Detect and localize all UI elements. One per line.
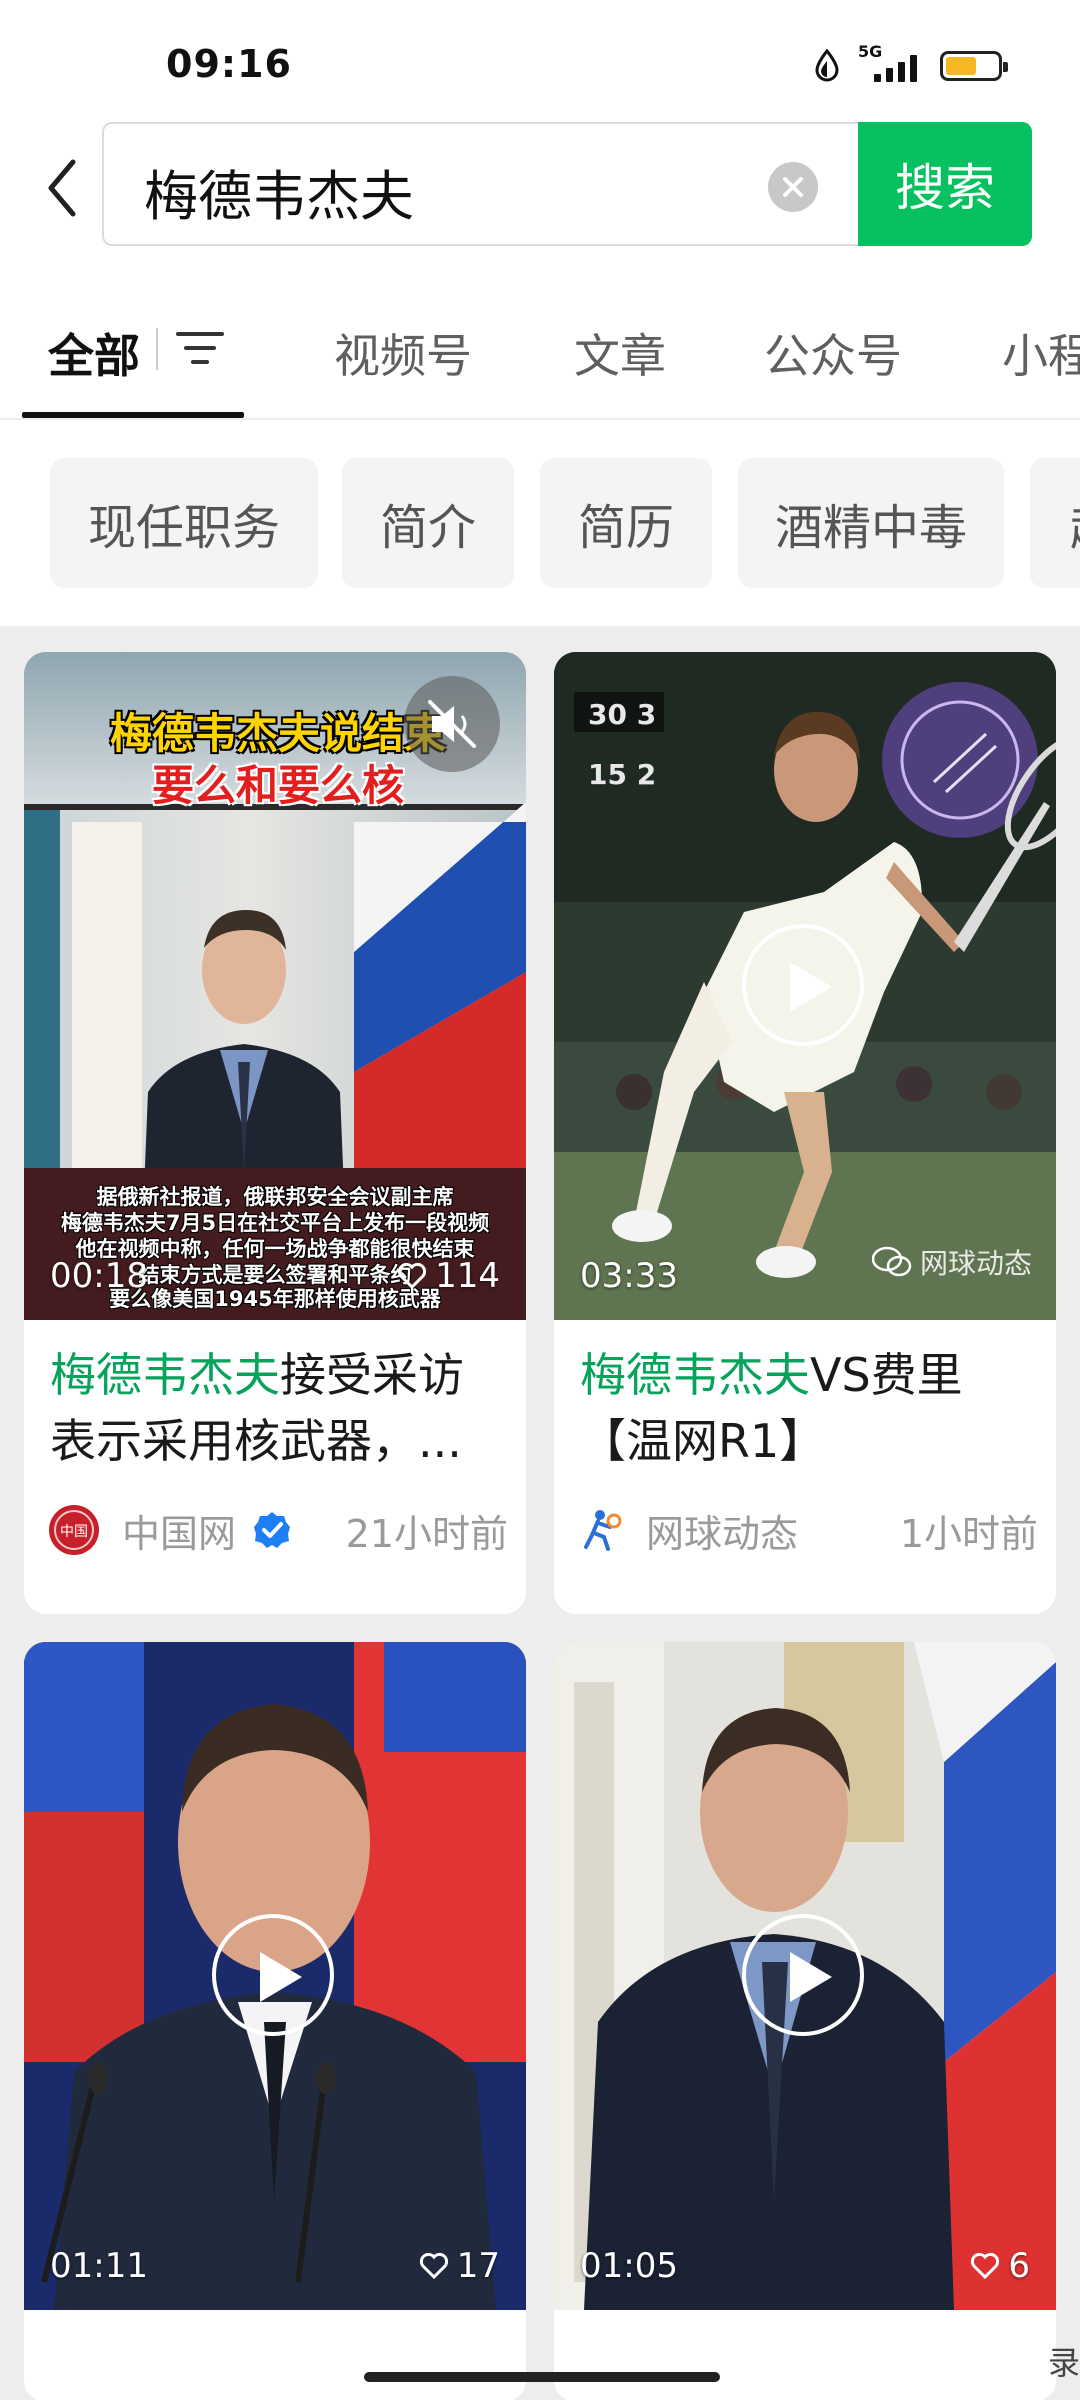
chevron-left-icon [48,159,76,217]
video-result-card[interactable]: 梅德韦杰夫说结束 要么和要么核 据俄新社报道，俄联邦安全会议副主席 梅德韦杰夫7… [24,652,526,1614]
like-count-text: 114 [435,1256,500,1296]
video-duration: 01:05 [580,2246,678,2286]
video-duration: 03:33 [580,1256,678,1296]
battery-icon [940,51,1008,81]
play-icon[interactable] [742,1914,864,2036]
play-icon[interactable] [212,1914,334,2036]
suggestion-chip[interactable]: 酒精中毒 [738,458,1004,588]
source-avatar: 中国 [49,1505,99,1555]
filter-icon[interactable] [174,324,226,372]
video-result-card[interactable]: 01:05 6 [554,1642,1056,2400]
status-time: 09:16 [166,42,292,86]
tab-mini-programs[interactable]: 小程 [1002,320,1080,386]
muted-speaker-icon [428,700,476,748]
tabs-separator [0,418,1080,420]
video-subtitle-line: 梅德韦杰夫7月5日在社交平台上发布一段视频 [60,1211,490,1235]
home-indicator[interactable] [364,2372,720,2382]
search-query-text[interactable]: 梅德韦杰夫 [144,152,414,231]
like-count: 114 [397,1256,500,1296]
verified-badge-icon [254,1512,291,1548]
svg-text:15 2: 15 2 [588,758,656,791]
heart-icon [971,2252,1000,2280]
wechat-search-page: 09:16 5G 梅德韦杰夫 搜索 全部 视频号 文章 公众号 小程 现任职务 … [0,0,1080,2400]
suggestion-chip[interactable]: 现任职务 [50,458,318,588]
video-title[interactable]: 梅德韦杰夫VS费里【温网R1】 [580,1342,1036,1474]
tennis-player-icon [584,1510,622,1551]
video-title[interactable]: 梅德韦杰夫接受采访表示采用核武器，... [50,1342,506,1474]
corner-partial-text: 录 [1047,2344,1080,2382]
video-meta: 中国 中国网 21小时前 [48,1500,508,1560]
source-name[interactable]: 网球动态 [646,1503,798,1558]
like-count: 17 [419,2246,500,2286]
video-result-card[interactable]: 30 3 15 2 网球动态 03:33 梅德韦杰夫VS费里【温网R1】 网球动… [554,652,1056,1614]
title-highlight: 梅德韦杰夫 [580,1348,810,1402]
play-icon[interactable] [742,924,864,1046]
clear-search-button[interactable] [768,162,818,212]
post-time: 21小时前 [345,1511,508,1556]
mute-button[interactable] [404,676,500,772]
suggestion-chip[interactable]: 简介 [342,458,514,588]
heart-icon [419,2252,448,2280]
like-count-text: 17 [456,2246,500,2286]
video-subtitle-line: 据俄新社报道，俄联邦安全会议副主席 [96,1185,454,1209]
battery-level [946,57,976,75]
wechat-icon [871,1246,912,1277]
video-thumbnail[interactable]: 01:11 17 [24,1642,526,2310]
close-icon [783,177,803,197]
tab-articles[interactable]: 文章 [574,320,666,386]
source-name[interactable]: 中国网 [122,1503,236,1558]
heart-icon [398,1262,427,1290]
video-result-card[interactable]: 01:11 17 [24,1642,526,2400]
watermark-text: 网球动态 [919,1247,1032,1280]
tab-all[interactable]: 全部 [48,320,140,386]
video-meta: 网球动态 1小时前 [578,1500,1038,1560]
like-count-text: 6 [1008,2246,1030,2286]
svg-text:中国: 中国 [60,1524,88,1540]
video-thumbnail[interactable]: 梅德韦杰夫说结束 要么和要么核 据俄新社报道，俄联邦安全会议副主席 梅德韦杰夫7… [24,652,526,1320]
suggestion-chip[interactable]: 起 [1030,458,1080,588]
video-duration: 01:11 [50,2246,148,2286]
status-icons: 5G [814,42,1008,84]
back-button[interactable] [40,150,84,226]
status-bar: 09:16 5G [0,0,1080,120]
do-not-disturb-icon [815,49,839,82]
search-button[interactable]: 搜索 [858,122,1032,246]
title-highlight: 梅德韦杰夫 [50,1348,280,1402]
svg-text:30 3: 30 3 [588,698,656,731]
cellular-signal-icon: 5G [858,42,922,84]
video-thumbnail[interactable]: 01:05 6 [554,1642,1056,2310]
tab-divider [156,328,158,370]
video-duration: 00:18 [50,1256,148,1296]
like-count: 6 [970,2246,1030,2286]
suggestion-chip[interactable]: 简历 [540,458,712,588]
video-thumbnail[interactable]: 30 3 15 2 网球动态 03:33 [554,652,1056,1320]
tab-official-accounts[interactable]: 公众号 [764,320,902,386]
post-time: 1小时前 [899,1511,1038,1556]
channel-watermark: 网球动态 [871,1242,1032,1282]
tab-channels[interactable]: 视频号 [334,320,472,386]
result-type-tabs: 全部 视频号 文章 公众号 小程 [0,300,1080,420]
